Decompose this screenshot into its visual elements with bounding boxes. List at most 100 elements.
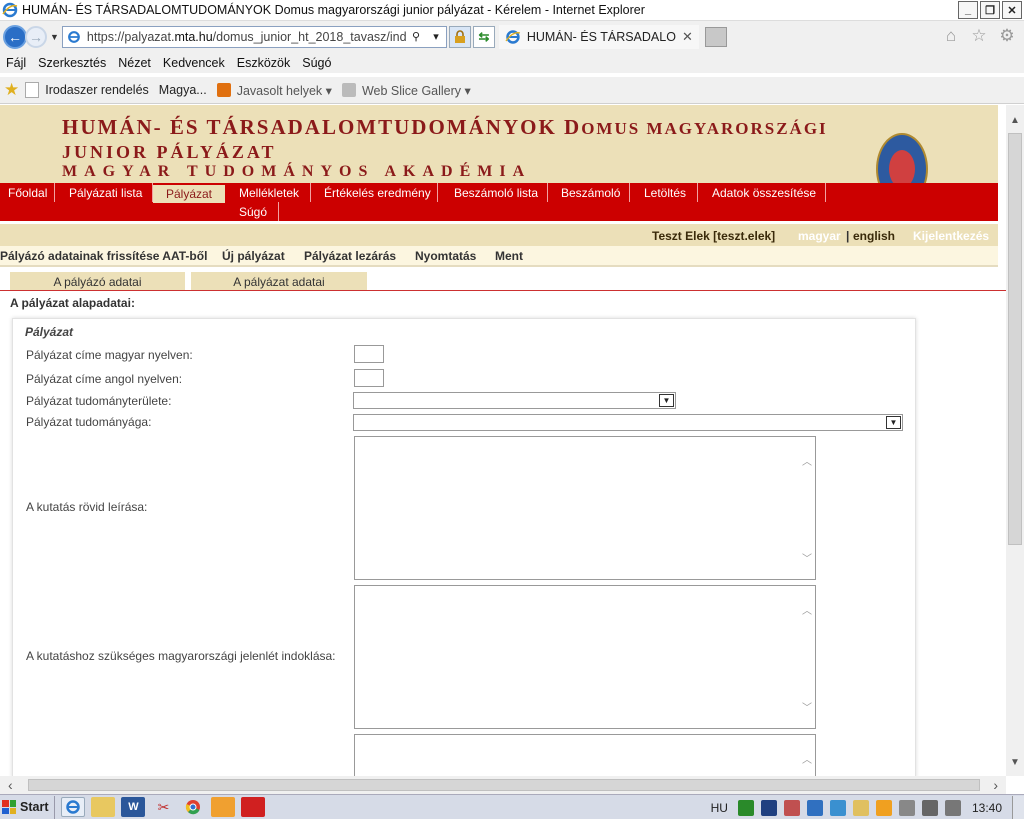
scroll-thumb[interactable] [1008,133,1022,545]
field-select[interactable]: ▼ [353,392,676,409]
refresh-icon[interactable]: ⇆ [472,25,495,48]
justification-textarea[interactable]: ︿ ﹀ [354,585,816,729]
scroll-up-icon[interactable]: ︿ [802,751,812,766]
suggested-sites-icon [216,83,231,97]
menu-view[interactable]: Nézet [118,56,151,70]
refresh-applicant-data-action[interactable]: Pályázó adatainak frissítése AAT-ből [0,249,207,263]
nav-data-summary[interactable]: Adatok összesítése [704,183,826,202]
taskbar-outlook-icon[interactable] [211,797,236,817]
taskbar-word-icon[interactable]: W [121,797,146,817]
taskbar-ie-icon[interactable] [61,797,86,817]
lock-icon[interactable] [448,25,471,48]
scroll-left-icon[interactable]: ‹ [8,777,13,793]
start-button[interactable]: Start [0,795,56,819]
url-text[interactable]: https://palyazat.mta.hu/domus_junior_ht_… [87,30,406,44]
scroll-down-icon[interactable]: ﹀ [802,699,812,714]
network-app-icon[interactable] [760,799,777,816]
taskbar-chrome-icon[interactable] [181,797,205,817]
volume-icon[interactable] [944,799,961,816]
page-icon [25,82,40,98]
favorite-suggested-sites[interactable]: Javasolt helyek ▾ [216,83,332,98]
clock[interactable]: 13:40 [972,801,1002,815]
page-vertical-scrollbar[interactable]: ▲ ▼ [1006,105,1024,776]
menu-edit[interactable]: Szerkesztés [38,56,106,70]
discipline-select[interactable]: ▼ [353,414,903,431]
chevron-down-icon[interactable]: ▾ [426,27,446,47]
show-desktop-button[interactable] [1012,795,1024,819]
close-application-action[interactable]: Pályázat lezárás [304,249,396,263]
title-en-input[interactable] [354,369,384,387]
nav-download[interactable]: Letöltés [636,183,698,202]
nav-home[interactable]: Főoldal [0,183,55,202]
display-icon[interactable] [806,799,823,816]
favorite-magya[interactable]: Magya... [159,83,207,97]
chevron-down-icon[interactable]: ▼ [659,394,674,407]
save-action[interactable]: Ment [495,249,523,263]
network-icon[interactable] [921,799,938,816]
scroll-down-icon[interactable]: ▼ [1010,757,1020,768]
textarea-scrollbar[interactable]: ︿ [798,735,815,779]
tab-applicant-data[interactable]: A pályázó adatai [10,272,185,291]
system-tray: HU 13:40 [711,795,1024,819]
security-shield-icon[interactable] [737,799,754,816]
print-action[interactable]: Nyomtatás [415,249,476,263]
scroll-up-icon[interactable]: ︿ [802,453,812,468]
scroll-down-icon[interactable]: ﹀ [802,550,812,565]
close-button[interactable]: ✕ [1002,1,1022,19]
menu-file[interactable]: Fájl [6,56,26,70]
menu-help[interactable]: Súgó [302,56,331,70]
gear-icon[interactable]: ⚙ [996,25,1018,47]
language-english-link[interactable]: english [853,229,895,243]
favorites-star-icon[interactable]: ☆ [968,25,990,47]
favorite-irodaszer[interactable]: Irodaszer rendelés [25,82,149,98]
favorites-star-icon[interactable]: ★ [4,80,19,100]
scroll-right-icon[interactable]: › [993,777,998,793]
textarea-scrollbar[interactable]: ︿ ﹀ [798,437,815,579]
browser-tab[interactable]: HUMÁN- ÉS TÁRSADALO... ✕ [498,24,699,49]
summary-textarea[interactable]: ︿ ﹀ [354,436,816,580]
logout-link[interactable]: Kijelentkezés [913,229,989,243]
nav-help[interactable]: Súgó [231,202,279,221]
speaker-app-icon[interactable] [783,799,800,816]
tab-close-icon[interactable]: ✕ [682,29,693,45]
mail-icon[interactable] [852,799,869,816]
maximize-button[interactable]: ❐ [980,1,1000,19]
address-field[interactable]: https://palyazat.mta.hu/domus_junior_ht_… [61,25,447,48]
next-textarea[interactable]: ︿ [354,734,816,779]
forward-button[interactable]: → [25,25,47,48]
menu-tools[interactable]: Eszközök [237,56,291,70]
menu-favorites[interactable]: Kedvencek [163,56,225,70]
chevron-down-icon[interactable]: ▼ [886,416,901,429]
new-application-action[interactable]: Új pályázat [222,249,285,263]
notification-icon[interactable] [875,799,892,816]
history-dropdown-icon[interactable]: ▼ [50,32,59,42]
tab-application-data[interactable]: A pályázat adatai [191,272,367,291]
nav-evaluation-result[interactable]: Értékelés eredmény [316,183,438,202]
scroll-up-icon[interactable]: ︿ [802,602,812,617]
power-icon[interactable] [898,799,915,816]
new-tab-button[interactable] [704,26,727,47]
scroll-thumb[interactable] [28,779,980,791]
textarea-scrollbar[interactable]: ︿ ﹀ [798,586,815,728]
back-button[interactable]: ← [3,24,27,49]
nav-report-list[interactable]: Beszámoló lista [446,183,548,202]
input-language-indicator[interactable]: HU [711,801,728,815]
favorite-web-slice-gallery[interactable]: Web Slice Gallery ▾ [341,83,471,98]
home-icon[interactable]: ⌂ [940,25,962,47]
minimize-button[interactable]: _ [958,1,978,19]
page-horizontal-scrollbar[interactable]: ‹ › [0,776,1006,794]
search-icon[interactable]: ⚲ [406,27,426,47]
taskbar-explorer-icon[interactable] [91,797,116,817]
scroll-up-icon[interactable]: ▲ [1010,115,1020,126]
nav-application-list[interactable]: Pályázati lista [61,183,153,202]
language-hungarian-link[interactable]: magyar [798,229,841,243]
title-hu-input[interactable] [354,345,384,363]
nav-attachments[interactable]: Mellékletek [231,183,311,202]
nav-report[interactable]: Beszámoló [553,183,630,202]
main-navigation: Főoldal Pályázati lista Pályázat Mellékl… [0,183,998,221]
start-label: Start [20,800,49,814]
nav-application[interactable]: Pályázat [153,185,225,203]
taskbar-snipping-icon[interactable]: ✂ [151,797,175,817]
update-icon[interactable] [829,799,846,816]
taskbar-acrobat-icon[interactable] [241,797,266,817]
